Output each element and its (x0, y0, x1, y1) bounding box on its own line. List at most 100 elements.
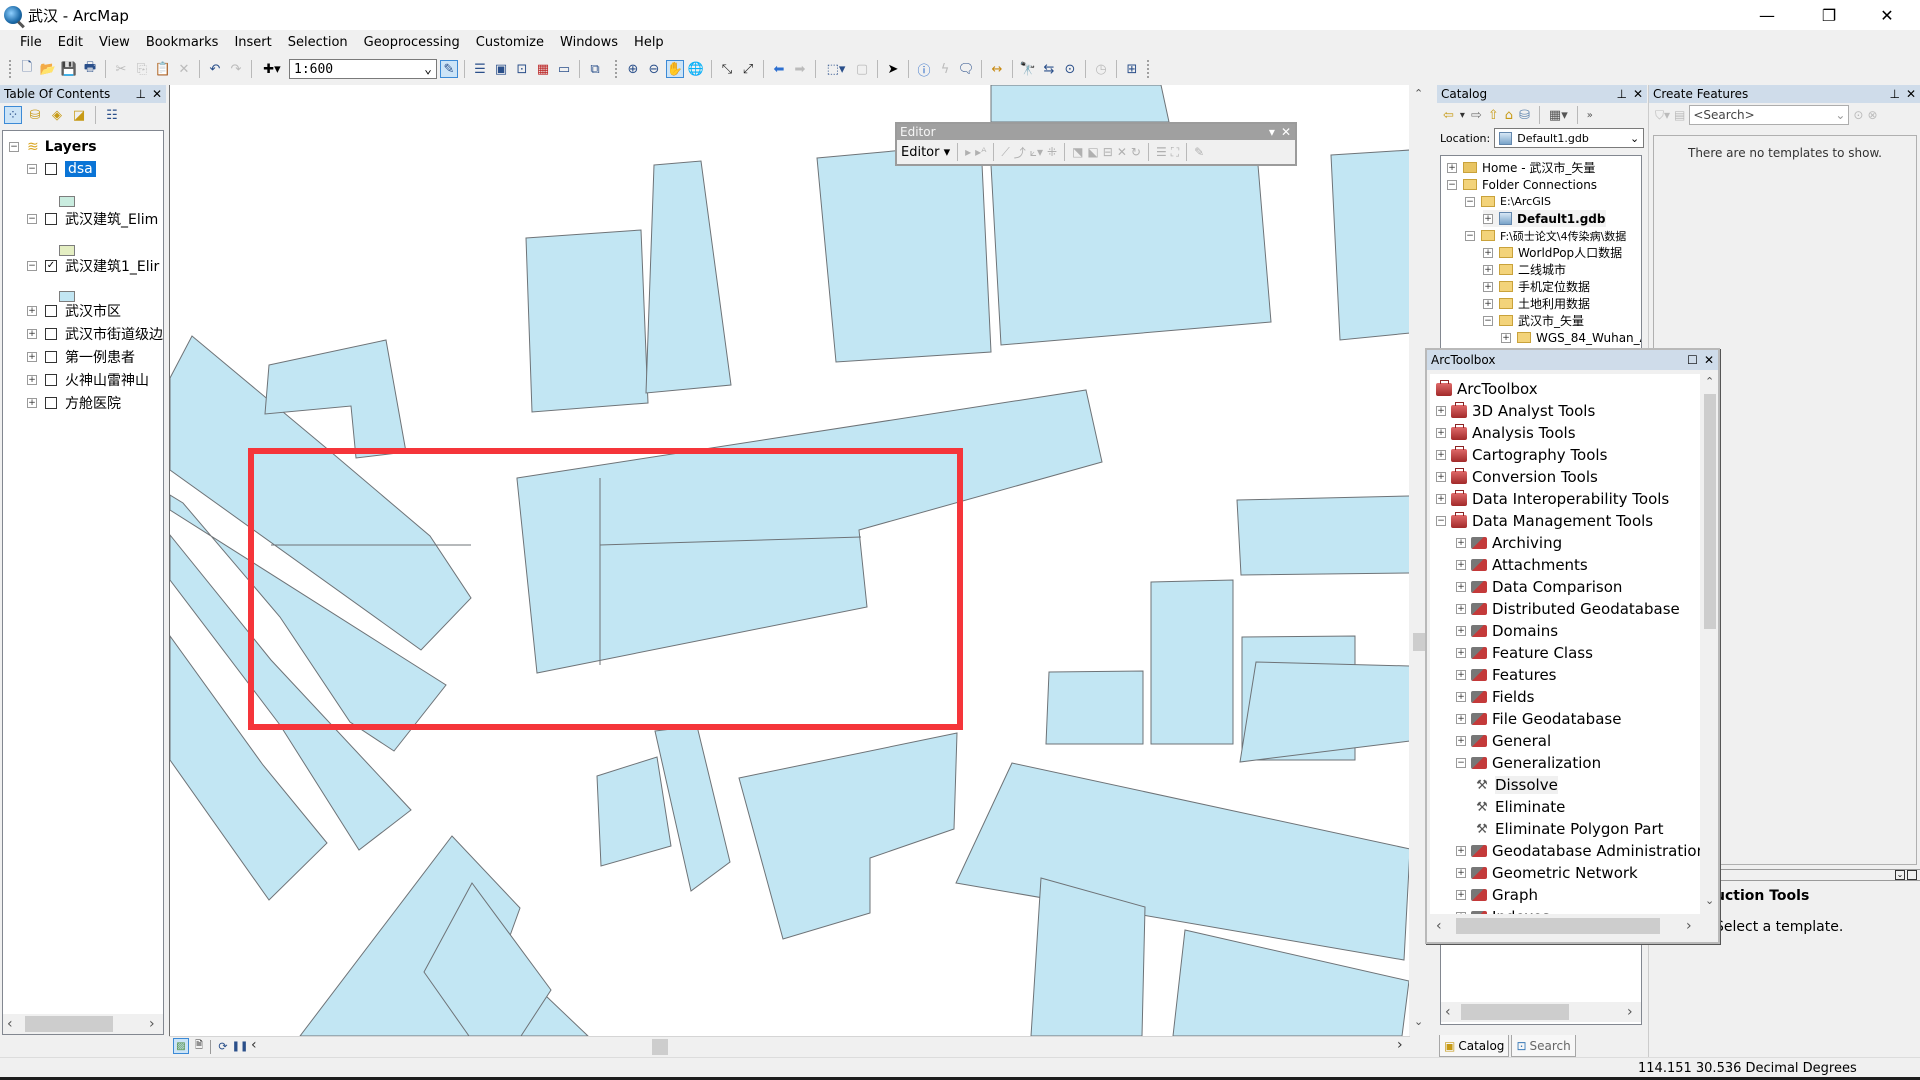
expand-icon[interactable]: + (1456, 868, 1466, 878)
toc-layer[interactable]: + 第一例患者 (27, 347, 135, 367)
expand-icon[interactable]: + (27, 375, 37, 385)
toc-layer[interactable]: − ✓ 武汉建筑1_Elir (27, 256, 159, 276)
back-icon[interactable]: ⇦ (1443, 108, 1454, 123)
delete-icon[interactable]: ✕ (175, 60, 193, 78)
building-polygon[interactable] (645, 160, 732, 394)
expand-icon[interactable]: + (1456, 582, 1466, 592)
save-icon[interactable]: 💾 (60, 60, 78, 78)
new-document-icon[interactable]: 🗋 (18, 60, 36, 78)
building-polygon[interactable] (1236, 495, 1409, 576)
toc-layer[interactable]: − dsa (27, 159, 96, 179)
expand-icon[interactable]: + (1456, 648, 1466, 658)
straight-segment-icon[interactable]: ⟋ (1001, 145, 1009, 160)
scrollbar-thumb[interactable] (1461, 1004, 1569, 1020)
collapse-icon[interactable]: − (27, 214, 37, 224)
create-viewer-window-icon[interactable]: ⊞ (1123, 60, 1141, 78)
measure-icon[interactable]: ↔ (988, 60, 1006, 78)
layer-visibility-checkbox[interactable] (45, 163, 57, 175)
find-route-icon[interactable]: ⇆ (1040, 60, 1058, 78)
toc-layer[interactable]: + 火神山雷神山 (27, 370, 149, 390)
layer-symbol-swatch[interactable] (59, 196, 75, 207)
collapse-icon[interactable]: − (27, 261, 37, 271)
expand-icon[interactable]: + (1483, 298, 1493, 309)
maximize-button[interactable]: ❐ (1800, 0, 1858, 30)
create-features-icon[interactable]: ✎ (1194, 145, 1204, 159)
arctoolbox-horizontal-scrollbar[interactable]: ‹ › (1430, 916, 1700, 936)
toolbox-item[interactable]: + Conversion Tools (1436, 466, 1598, 488)
scrollbar-thumb[interactable] (652, 1039, 668, 1055)
search-window-icon[interactable]: ⊡ (513, 60, 531, 78)
close-icon[interactable]: ✕ (1633, 87, 1643, 101)
menu-windows[interactable]: Windows (552, 35, 626, 50)
close-button[interactable]: ✕ (1858, 0, 1916, 30)
building-polygon[interactable] (955, 762, 1409, 961)
toolset-item[interactable]: + General (1456, 730, 1551, 752)
collapse-icon[interactable]: − (1447, 179, 1457, 190)
catalog-item[interactable]: + 手机定位数据 (1483, 278, 1590, 295)
filter-icon[interactable]: ⛉▾ (1655, 108, 1670, 123)
catalog-item[interactable]: − F:\硕士论文\4传染病\数据 (1465, 227, 1626, 244)
full-extent-icon[interactable]: 🌐 (687, 60, 705, 78)
building-polygon[interactable] (654, 725, 731, 892)
add-data-icon[interactable]: ✚▾ (258, 60, 286, 78)
menu-insert[interactable]: Insert (226, 35, 279, 50)
expand-icon[interactable]: + (27, 306, 37, 316)
layer-name[interactable]: 火神山雷神山 (65, 370, 149, 390)
default-geodatabase-icon[interactable]: ⛁ (1519, 108, 1530, 123)
pin-icon[interactable]: ⊥ (1889, 87, 1899, 101)
table-of-contents-icon[interactable]: ☰ (471, 60, 489, 78)
edit-annotation-tool-icon[interactable]: ▸ᴬ (975, 145, 986, 159)
menu-geoprocessing[interactable]: Geoprocessing (356, 35, 468, 50)
tool-item[interactable]: ⚒ Eliminate (1474, 796, 1565, 818)
map-view[interactable] (169, 85, 1409, 1036)
toolbar-grip[interactable] (9, 60, 12, 78)
up-one-level-icon[interactable]: ⇧ (1488, 108, 1499, 123)
toolset-item[interactable]: + Indexes (1456, 906, 1550, 914)
toolset-item[interactable]: + Domains (1456, 620, 1558, 642)
menu-customize[interactable]: Customize (468, 35, 552, 50)
expand-icon[interactable]: + (1436, 472, 1446, 482)
scroll-left-icon[interactable]: ‹ (7, 1016, 13, 1032)
toolbox-item[interactable]: − Data Management Tools (1436, 510, 1653, 532)
expand-icon[interactable]: + (1456, 912, 1466, 914)
building-polygon[interactable] (525, 229, 649, 413)
cut-icon[interactable]: ✂ (112, 60, 130, 78)
clear-search-icon[interactable]: ⊗ (1867, 108, 1877, 122)
collapse-icon[interactable]: − (9, 142, 19, 152)
collapse-icon[interactable]: − (1465, 230, 1475, 241)
layer-visibility-checkbox[interactable] (45, 328, 57, 340)
redo-icon[interactable]: ↷ (227, 60, 245, 78)
clear-selection-icon[interactable]: ▢ (853, 60, 871, 78)
list-by-visibility-icon[interactable]: ◈ (48, 106, 66, 124)
close-icon[interactable]: ✕ (1906, 87, 1916, 101)
layer-visibility-checkbox[interactable] (45, 374, 57, 386)
print-icon[interactable]: 🖶 (81, 60, 99, 78)
toc-horizontal-scrollbar[interactable]: ‹ › (3, 1014, 163, 1034)
scroll-right-icon[interactable]: › (1627, 1004, 1633, 1020)
pan-icon[interactable]: ✋ (666, 60, 684, 78)
expand-icon[interactable]: + (1456, 846, 1466, 856)
pin-icon[interactable]: ⊥ (135, 87, 145, 101)
select-features-icon[interactable]: ⬚▾ (822, 60, 850, 78)
model-builder-icon[interactable]: ⧉ (586, 60, 604, 78)
catalog-item[interactable]: + 土地利用数据 (1483, 295, 1590, 312)
building-polygon[interactable] (1150, 579, 1234, 745)
scroll-left-icon[interactable]: ‹ (1436, 918, 1442, 934)
expand-icon[interactable]: + (1483, 213, 1493, 224)
toolset-item[interactable]: + Features (1456, 664, 1557, 686)
time-slider-icon[interactable]: ◷ (1092, 60, 1110, 78)
tool-item[interactable]: ⚒ Eliminate Polygon Part (1474, 818, 1663, 840)
toolbox-item[interactable]: + Cartography Tools (1436, 444, 1607, 466)
edit-vertices-icon[interactable]: ⬔ (1072, 145, 1083, 159)
tool-item[interactable]: ⚒ Dissolve (1474, 774, 1558, 796)
cut-polygons-icon[interactable]: ⊟ (1103, 145, 1113, 159)
fixed-zoom-out-icon[interactable]: ⤢ (739, 60, 757, 78)
layer-visibility-checkbox[interactable] (45, 213, 57, 225)
list-by-source-icon[interactable]: ⛁ (26, 106, 44, 124)
dropdown-icon[interactable]: ▾ (1269, 125, 1275, 139)
scrollbar-thumb[interactable] (1704, 394, 1716, 629)
expand-icon[interactable]: + (1501, 332, 1511, 343)
menu-selection[interactable]: Selection (280, 35, 356, 50)
toc-layer[interactable]: − 武汉建筑_Elim (27, 209, 158, 229)
collapse-icon[interactable]: − (27, 164, 37, 174)
